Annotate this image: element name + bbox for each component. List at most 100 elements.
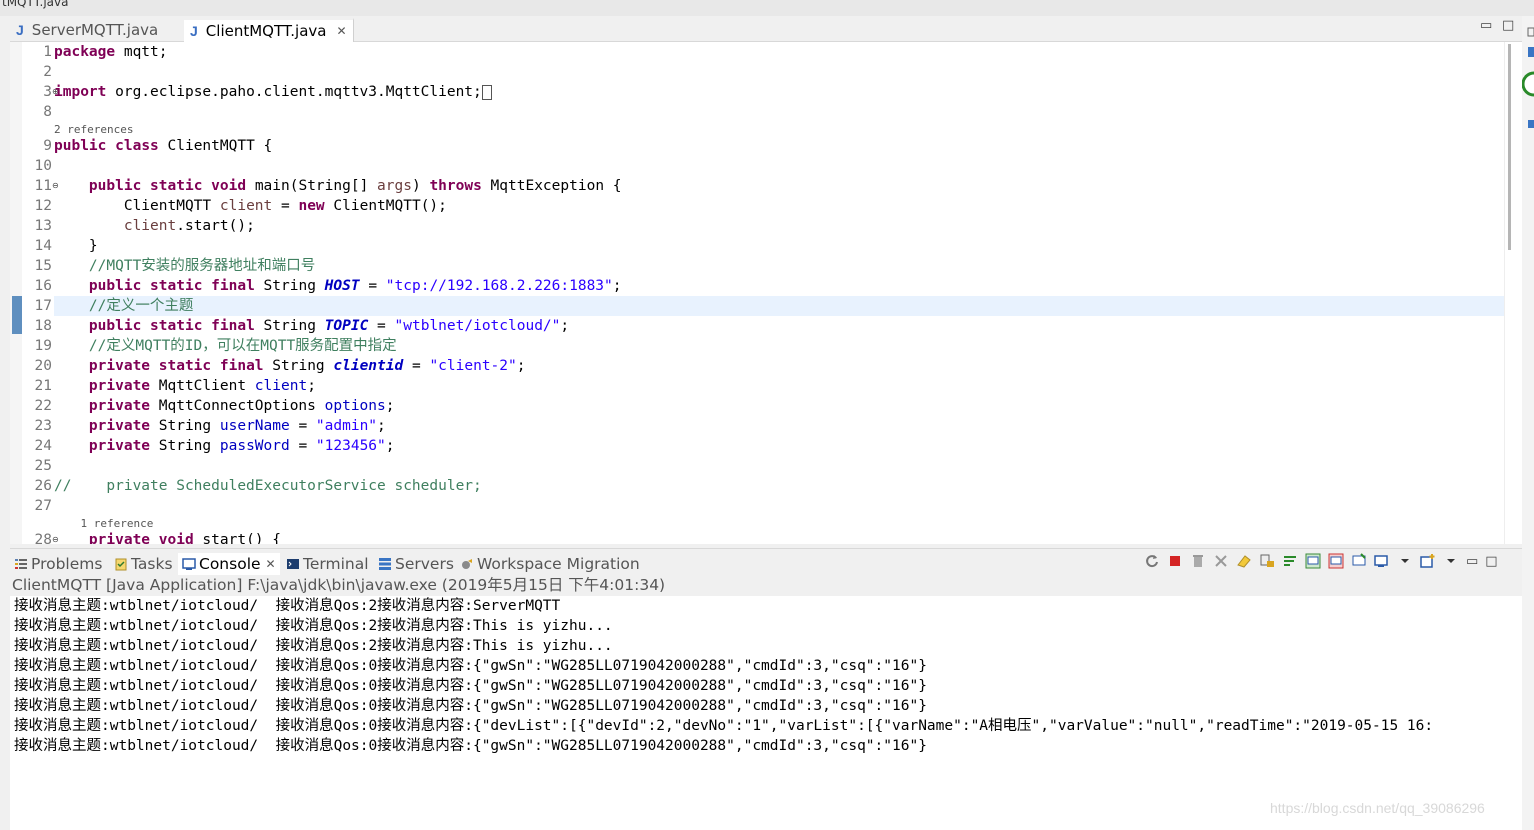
tab-label: Problems: [31, 555, 103, 573]
process-label: ClientMQTT [Java Application] F:\java\jd…: [12, 576, 666, 594]
code-line: import org.eclipse.paho.client.mqttv3.Mq…: [54, 82, 1513, 102]
code-line: private String userName = "admin";: [88, 418, 386, 434]
line-number: 20: [34, 358, 52, 374]
migration-icon: [462, 559, 472, 569]
code-comment: //定义MQTT的ID，可以在MQTT服务配置中指定: [54, 338, 397, 354]
show-on-stdout-icon[interactable]: [1305, 553, 1321, 569]
outline-icon[interactable]: [1527, 46, 1534, 58]
line-number: 15: [34, 258, 52, 274]
code-line: public static final String HOST = "tcp:/…: [88, 278, 622, 294]
minimize-editor-icon[interactable]: ▭: [1480, 18, 1492, 33]
code-line: private static final String clientid = "…: [88, 358, 526, 374]
word-wrap-icon[interactable]: [1282, 553, 1298, 569]
code-comment: // private ScheduledExecutorService sche…: [54, 478, 482, 494]
restore-icon[interactable]: [1527, 26, 1534, 38]
line-number: 26: [34, 478, 52, 494]
status-indicator-icon: [1522, 71, 1534, 97]
codelens-references[interactable]: 1 reference: [54, 517, 154, 531]
servers-icon: [379, 558, 391, 570]
overview-ruler: [10, 42, 22, 544]
line-number: 23: [34, 418, 52, 434]
code-line: private String passWord = "123456";: [88, 438, 395, 454]
window-title-fragment: tMQTT.java: [0, 0, 1534, 16]
line-number: 27: [34, 498, 52, 514]
change-marker: [12, 296, 22, 334]
line-number: 18: [34, 318, 52, 334]
close-tab-icon[interactable]: ✕: [266, 553, 276, 575]
tab-label: Console: [199, 555, 261, 573]
line-number: 19: [34, 338, 52, 354]
line-number: 11: [34, 178, 52, 194]
minimize-panel-icon[interactable]: ▭: [1466, 554, 1478, 569]
show-on-stderr-icon[interactable]: [1328, 553, 1344, 569]
codelens-references[interactable]: 2 references: [54, 123, 133, 137]
console-line: 接收消息主题:wtblnet/iotcloud/ 接收消息Qos:0接收消息内容…: [14, 658, 927, 674]
pin-console-icon[interactable]: [1351, 553, 1367, 569]
code-comment: //MQTT安装的服务器地址和端口号: [54, 258, 316, 274]
code-line: client.start();: [123, 218, 255, 234]
code-editor[interactable]: 1 2 3 ⊕ 8 9 10 11 ⊖ 12 13 14 15 16 17 18…: [10, 42, 1522, 544]
refresh-icon[interactable]: [1144, 553, 1160, 569]
chevron-down-icon[interactable]: [1443, 553, 1459, 569]
maximize-panel-icon[interactable]: □: [1485, 554, 1497, 569]
scroll-lock-icon[interactable]: [1259, 553, 1275, 569]
tab-tasks[interactable]: Tasks: [114, 553, 173, 575]
tab-servermqtt[interactable]: J ServerMQTT.java: [10, 18, 180, 42]
terminate-icon[interactable]: [1167, 553, 1183, 569]
line-number: 1: [43, 44, 52, 60]
open-console-icon[interactable]: [1420, 553, 1436, 569]
line-number: 25: [34, 458, 52, 474]
console-line: 接收消息主题:wtblnet/iotcloud/ 接收消息Qos:2接收消息内容…: [14, 598, 561, 614]
tab-label: Workspace Migration: [477, 555, 640, 573]
terminal-icon: [287, 559, 299, 569]
tab-problems[interactable]: Problems: [14, 553, 102, 575]
chevron-down-icon[interactable]: [1397, 553, 1413, 569]
code-line: }: [54, 238, 98, 254]
code-line: public static void main(String[] args) t…: [88, 178, 622, 194]
clear-console-icon[interactable]: [1236, 553, 1252, 569]
editor-tab-bar: J ServerMQTT.java J ClientMQTT.java ✕ ▭ …: [10, 16, 1522, 42]
code-area[interactable]: package mqtt; import org.eclipse.paho.cl…: [54, 42, 1513, 544]
line-number: 17: [34, 298, 52, 314]
line-number: 24: [34, 438, 52, 454]
java-file-icon: J: [16, 22, 24, 38]
line-number: 21: [34, 378, 52, 394]
tab-terminal[interactable]: Terminal: [286, 553, 369, 575]
tab-label: Servers: [395, 555, 454, 573]
console-line: 接收消息主题:wtblnet/iotcloud/ 接收消息Qos:0接收消息内容…: [14, 698, 927, 714]
remove-launch-icon[interactable]: [1190, 553, 1206, 569]
tab-workspace-migration[interactable]: Workspace Migration: [460, 553, 640, 575]
code-line: public static final String TOPIC = "wtbl…: [88, 318, 570, 334]
tab-console[interactable]: Console ✕: [178, 553, 280, 575]
line-number: 22: [34, 398, 52, 414]
line-number: 12: [34, 198, 52, 214]
code-line: private MqttConnectOptions options;: [88, 398, 395, 414]
scroll-thumb[interactable]: [1508, 44, 1511, 250]
line-number: 28: [34, 532, 52, 544]
task-list-icon[interactable]: [1527, 118, 1534, 130]
console-line: 接收消息主题:wtblnet/iotcloud/ 接收消息Qos:0接收消息内容…: [14, 738, 927, 754]
display-selected-console-icon[interactable]: [1374, 553, 1390, 569]
line-number: 8: [43, 104, 52, 120]
code-line: public class ClientMQTT {: [54, 138, 273, 154]
tab-label: Terminal: [303, 555, 369, 573]
console-line: 接收消息主题:wtblnet/iotcloud/ 接收消息Qos:0接收消息内容…: [14, 678, 927, 694]
editor-vertical-scrollbar[interactable]: [1504, 42, 1516, 544]
maximize-editor-icon[interactable]: □: [1502, 18, 1514, 33]
code-line: private MqttClient client;: [88, 378, 316, 394]
tab-servers[interactable]: Servers: [378, 553, 454, 575]
close-tab-icon[interactable]: ✕: [336, 19, 346, 43]
tab-label: ServerMQTT.java: [31, 21, 159, 39]
right-trim-bar: [1522, 16, 1534, 830]
tasks-icon: [115, 558, 127, 571]
code-line: ClientMQTT client = new ClientMQTT();: [54, 198, 447, 214]
watermark: https://blog.csdn.net/qq_39086296: [1270, 800, 1485, 816]
console-output[interactable]: 接收消息主题:wtblnet/iotcloud/ 接收消息Qos:2接收消息内容…: [10, 596, 1522, 830]
remove-all-terminated-icon[interactable]: [1213, 553, 1229, 569]
line-number: 14: [34, 238, 52, 254]
collapsed-imports-icon[interactable]: [481, 84, 492, 100]
tab-clientmqtt[interactable]: J ClientMQTT.java ✕: [184, 18, 354, 42]
console-line: 接收消息主题:wtblnet/iotcloud/ 接收消息Qos:2接收消息内容…: [14, 618, 613, 634]
problems-icon: [15, 559, 27, 569]
line-number: 2: [43, 64, 52, 80]
